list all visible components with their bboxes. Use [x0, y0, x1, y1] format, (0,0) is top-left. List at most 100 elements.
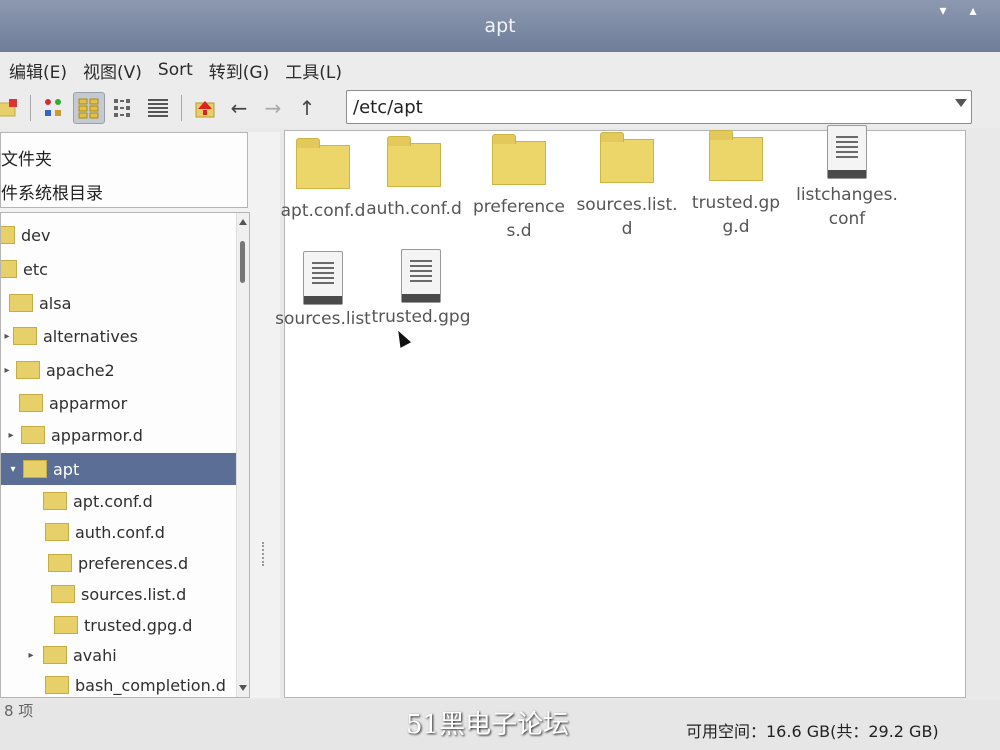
view-icons-icon[interactable]: [39, 93, 69, 123]
place-folder[interactable]: 文件夹: [1, 145, 52, 170]
folder-icon: [45, 523, 69, 541]
tree-item[interactable]: ▸ alternatives: [1, 320, 237, 352]
path-text: /etc/apt: [353, 96, 423, 118]
folder-icon: [492, 134, 546, 185]
up-arrow-icon[interactable]: ↑: [292, 93, 322, 123]
expand-icon[interactable]: ▸: [25, 650, 37, 661]
tree-item-label: apache2: [46, 360, 115, 380]
text-file-icon: [401, 249, 441, 303]
tree-item[interactable]: apt.conf.d: [1, 485, 237, 517]
folder-icon: [43, 492, 67, 510]
chevron-down-icon[interactable]: [955, 99, 967, 107]
menu-edit[interactable]: 编辑(E): [2, 58, 74, 83]
watermark: 51黑电子论坛: [406, 710, 570, 740]
tree-item-label: apt: [53, 459, 80, 479]
file-name: preferences.d: [473, 197, 565, 241]
forward-arrow-icon[interactable]: →: [258, 93, 288, 123]
folder-icon: [296, 138, 350, 189]
expand-icon[interactable]: ▸: [1, 331, 13, 342]
folder-icon: [1, 260, 17, 278]
file-name: auth.conf.d: [366, 199, 462, 219]
tree-item-label: apt.conf.d: [73, 491, 153, 511]
file-name: listchanges.conf: [796, 185, 898, 229]
tree-item[interactable]: ▸ apache2: [1, 354, 237, 386]
scrollbar-thumb[interactable]: [240, 241, 245, 283]
tree-item[interactable]: ▸ apparmor.d: [1, 419, 237, 451]
file-name: sources.list.d: [576, 195, 678, 239]
folder-icon: [54, 616, 78, 634]
tree-item[interactable]: sources.list.d: [1, 578, 237, 610]
tree-item[interactable]: bash_completion.d: [1, 669, 237, 697]
folder-icon: [709, 130, 763, 181]
file-item-file[interactable]: listchanges.conf: [795, 125, 899, 231]
place-filesystem-root[interactable]: 件系统根目录: [1, 179, 103, 204]
folder-icon: [21, 426, 45, 444]
tree-item-label: avahi: [73, 645, 117, 665]
new-folder-icon[interactable]: [0, 93, 22, 123]
tree-item-label: auth.conf.d: [75, 522, 165, 542]
directory-tree: dev etc alsa ▸ alternatives ▸ apache2 ap…: [0, 212, 250, 698]
text-file-icon: [827, 125, 867, 179]
path-input[interactable]: /etc/apt: [346, 90, 972, 124]
file-item-file[interactable]: sources.list: [271, 251, 375, 331]
tree-item[interactable]: etc: [1, 253, 237, 285]
folder-icon: [13, 327, 37, 345]
folder-icon: [45, 676, 69, 694]
scroll-up-icon[interactable]: [239, 219, 247, 225]
scroll-down-icon[interactable]: [239, 685, 247, 691]
toolbar: ← → ↑ /etc/apt: [0, 88, 1000, 128]
file-item-folder[interactable]: sources.list.d: [575, 132, 679, 241]
view-compact-icon[interactable]: [109, 93, 139, 123]
file-item-folder[interactable]: preferences.d: [467, 134, 571, 243]
folder-icon: [387, 136, 441, 187]
minimize-icon[interactable]: ▾: [934, 4, 952, 20]
file-manager-window: apt ▾ ▴ 编辑(E) 视图(V) Sort 转到(G) 工具(L) ← →…: [0, 0, 1000, 750]
folder-icon: [23, 460, 47, 478]
folder-icon: [16, 361, 40, 379]
expand-icon[interactable]: ▸: [5, 430, 17, 441]
menu-sort[interactable]: Sort: [151, 60, 200, 80]
collapse-icon[interactable]: ▾: [7, 464, 19, 475]
menu-view[interactable]: 视图(V): [76, 58, 149, 83]
tree-item-label: apparmor: [49, 393, 128, 413]
folder-icon: [1, 226, 15, 244]
tree-item-selected[interactable]: ▾ apt: [1, 453, 249, 485]
back-arrow-icon[interactable]: ←: [224, 93, 254, 123]
tree-scrollbar[interactable]: [236, 213, 249, 697]
item-count: 8 项: [4, 702, 34, 720]
file-name: trusted.gpg: [371, 307, 471, 327]
menu-tools[interactable]: 工具(L): [278, 58, 349, 83]
folder-icon: [9, 294, 33, 312]
tree-item[interactable]: alsa: [1, 287, 237, 319]
maximize-icon[interactable]: ▴: [964, 4, 982, 20]
file-item-folder[interactable]: trusted.gpg.d: [684, 130, 788, 239]
file-view: apt.conf.d auth.conf.d preferences.d sou…: [275, 125, 966, 698]
side-pane: 文件夹 件系统根目录 dev etc alsa ▸ alternatives ▸…: [0, 132, 280, 698]
view-list-icon[interactable]: [143, 93, 173, 123]
folder-icon: [43, 646, 67, 664]
expand-icon[interactable]: ▸: [1, 365, 13, 376]
tree-item[interactable]: apparmor: [1, 387, 237, 419]
file-item-folder[interactable]: auth.conf.d: [362, 136, 466, 221]
menu-go[interactable]: 转到(G): [202, 58, 276, 83]
folder-icon: [19, 394, 43, 412]
window-title: apt: [484, 15, 516, 37]
file-item-folder[interactable]: apt.conf.d: [271, 138, 375, 223]
tree-item-label: alsa: [39, 293, 72, 313]
home-icon[interactable]: [190, 93, 220, 123]
tree-item[interactable]: auth.conf.d: [1, 516, 237, 548]
tree-item-label: bash_completion.d: [75, 675, 226, 695]
tree-item-label: sources.list.d: [81, 584, 187, 604]
tree-item-label: alternatives: [43, 326, 138, 346]
tree-item[interactable]: trusted.gpg.d: [1, 609, 237, 641]
tree-item[interactable]: preferences.d: [1, 547, 237, 579]
tree-item-label: preferences.d: [78, 553, 189, 573]
window-controls: ▾ ▴: [934, 4, 982, 20]
file-item-file[interactable]: trusted.gpg: [369, 249, 473, 329]
tree-item[interactable]: dev: [1, 219, 237, 251]
pane-splitter[interactable]: [262, 542, 268, 566]
free-space: 可用空间：16.6 GB(共：29.2 GB): [686, 722, 939, 741]
view-thumbnails-icon[interactable]: [73, 92, 105, 124]
tree-item[interactable]: ▸ avahi: [1, 639, 237, 671]
title-bar[interactable]: apt ▾ ▴: [0, 0, 1000, 52]
